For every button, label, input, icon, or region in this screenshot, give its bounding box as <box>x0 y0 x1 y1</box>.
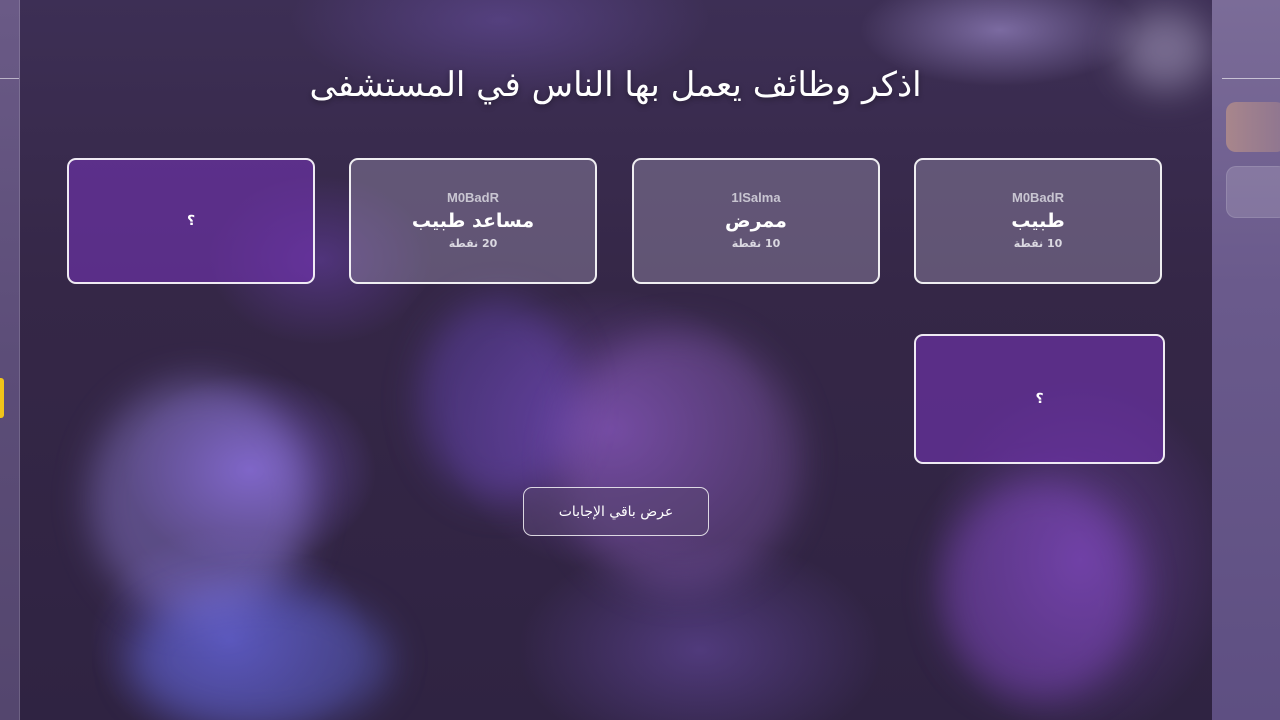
hidden-answer-card[interactable]: ؟ <box>914 334 1165 464</box>
hidden-answer-card[interactable]: ؟ <box>67 158 315 284</box>
sidebar-divider <box>0 78 19 79</box>
hidden-answer-mark: ؟ <box>1035 391 1044 407</box>
answer-text: ممرض <box>725 210 787 232</box>
player-name: M0BadR <box>1011 190 1064 205</box>
sidebar-button-secondary[interactable] <box>1226 166 1280 218</box>
answer-text: مساعد طبيب <box>411 210 535 232</box>
answer-text: طبيب <box>1011 210 1065 232</box>
player-name: 1lSalma <box>731 190 781 205</box>
sidebar-divider <box>1222 78 1280 79</box>
show-remaining-answers-button[interactable]: عرض باقي الإجابات <box>523 487 709 536</box>
answer-points: 10 نقطة <box>731 237 781 250</box>
answer-card: M0BadR طبيب 10 نقطة <box>914 158 1162 284</box>
hidden-answer-mark: ؟ <box>186 213 196 229</box>
active-indicator <box>0 378 4 418</box>
player-name: M0BadR <box>446 190 499 205</box>
answer-points: 20 نقطة <box>448 237 498 250</box>
right-sidebar <box>1212 0 1280 720</box>
answer-card: 1lSalma ممرض 10 نقطة <box>632 158 880 284</box>
answer-card: M0BadR مساعد طبيب 20 نقطة <box>349 158 597 284</box>
question-title: اذكر وظائف يعمل بها الناس في المستشفى <box>309 65 922 105</box>
left-sidebar <box>0 0 20 720</box>
sidebar-button-primary[interactable] <box>1226 102 1280 152</box>
answer-points: 10 نقطة <box>1013 237 1063 250</box>
